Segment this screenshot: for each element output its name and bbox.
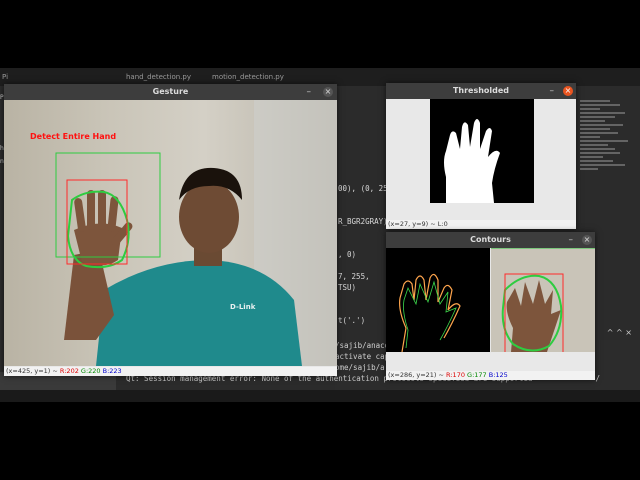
contours-window[interactable]: Contours – × (x=286, y=21) ~ R:170 G:177…: [386, 232, 595, 380]
code-line: 7, 255,: [338, 272, 370, 281]
editor-tab-partial[interactable]: Pi: [2, 73, 8, 81]
code-line: 00), (0, 25: [338, 184, 388, 193]
gesture-status-b: B:223: [102, 367, 122, 375]
minimize-icon[interactable]: –: [550, 83, 555, 99]
contours-status-coords: (x=286, y=21) ~: [388, 371, 447, 379]
shirt-logo-text: D-Link: [230, 303, 256, 311]
contours-status-bar: (x=286, y=21) ~ R:170 G:177 B:125: [386, 371, 595, 380]
close-icon[interactable]: ×: [582, 235, 592, 245]
thresholded-titlebar[interactable]: Thresholded – ×: [386, 83, 576, 99]
editor-status-strip: [0, 390, 640, 402]
contour-camera-scene: [491, 248, 595, 352]
code-line: TSU): [338, 283, 357, 292]
thresholded-hand-mask: [444, 119, 500, 203]
desktop-screen: Pi hand_detection.py motion_detection.py…: [0, 68, 640, 402]
minimize-icon[interactable]: –: [569, 232, 574, 248]
thresholded-image: [430, 99, 534, 203]
contour-camera-crop: [491, 248, 595, 352]
gesture-window-title: Gesture: [152, 87, 189, 96]
editor-tab-motion-detection[interactable]: motion_detection.py: [212, 73, 284, 81]
thresholded-window[interactable]: Thresholded – × (x=27, y=9) ~ L:0: [386, 83, 576, 229]
gesture-titlebar[interactable]: Gesture – ×: [4, 84, 337, 100]
gesture-window[interactable]: Gesture – × Detect Entire Hand D-Link (x…: [4, 84, 337, 376]
editor-tab-hand-detection[interactable]: hand_detection.py: [126, 73, 191, 81]
gesture-status-g: G:220: [80, 367, 101, 375]
code-line: , 0): [338, 250, 357, 259]
terminal-panel-controls[interactable]: ^ ^ ⨯: [607, 328, 632, 337]
thresholded-window-title: Thresholded: [452, 86, 510, 95]
gesture-status-bar: (x=425, y=1) ~ R:202 G:220 B:223: [4, 367, 337, 376]
gesture-camera-view: Detect Entire Hand D-Link: [4, 100, 337, 366]
code-line: R_BGR2GRAY): [338, 217, 388, 226]
contour-outline-drawing: [399, 273, 461, 352]
detect-hand-overlay-text: Detect Entire Hand: [30, 132, 117, 141]
editor-code-area[interactable]: 00), (0, 25 R_BGR2GRAY) , 0) 7, 255, TSU…: [338, 183, 388, 326]
minimize-icon[interactable]: –: [307, 84, 312, 100]
code-line: t('.'): [338, 316, 366, 325]
contour-outline-image: [386, 248, 490, 352]
contours-window-title: Contours: [470, 235, 511, 244]
gesture-status-r: R:202: [59, 367, 79, 375]
close-icon[interactable]: ×: [323, 87, 333, 97]
thresholded-status-bar: (x=27, y=9) ~ L:0: [386, 220, 576, 229]
contours-status-r: R:170: [446, 371, 465, 379]
contours-status-g: G:177: [467, 371, 487, 379]
contours-status-b: B:125: [488, 371, 508, 379]
close-icon[interactable]: ×: [563, 86, 573, 96]
contours-titlebar[interactable]: Contours – ×: [386, 232, 595, 248]
gesture-status-coords: (x=425, y=1) ~: [6, 367, 60, 375]
